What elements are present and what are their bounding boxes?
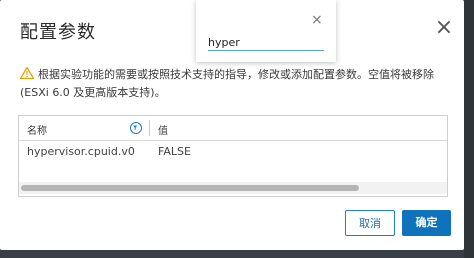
- close-icon[interactable]: ×: [311, 12, 323, 28]
- warning-message: 根据实验功能的需要或按照技术支持的指导，修改或添加配置参数。空值将被移除 (ES…: [20, 66, 450, 102]
- close-icon[interactable]: ×: [433, 17, 455, 40]
- column-filter-popup: ×: [196, 0, 336, 62]
- parameters-grid: 名称 值 hypervisor.cpuid.v0 FALSE: [18, 115, 448, 197]
- cell-parameter-value[interactable]: FALSE: [158, 145, 191, 158]
- table-row[interactable]: hypervisor.cpuid.v0 FALSE: [19, 141, 447, 163]
- filter-icon[interactable]: [130, 122, 142, 134]
- filter-search-input[interactable]: [208, 34, 324, 51]
- warning-text: 根据实验功能的需要或按照技术支持的指导，修改或添加配置参数。空值将被移除 (ES…: [20, 68, 434, 99]
- column-header-value[interactable]: 值: [158, 122, 168, 137]
- column-header-name[interactable]: 名称: [27, 122, 47, 137]
- background-strip: [464, 0, 474, 258]
- scrollbar-thumb[interactable]: [21, 185, 359, 191]
- horizontal-scrollbar[interactable]: [19, 182, 447, 194]
- grid-header: 名称 值: [19, 116, 447, 141]
- cell-parameter-name: hypervisor.cpuid.v0: [27, 145, 135, 158]
- dialog-title: 配置参数: [20, 22, 96, 43]
- column-resize-handle[interactable]: [149, 120, 150, 136]
- warning-triangle-icon: [20, 67, 34, 79]
- cancel-button[interactable]: 取消: [345, 210, 395, 236]
- ok-button[interactable]: 确定: [402, 210, 451, 236]
